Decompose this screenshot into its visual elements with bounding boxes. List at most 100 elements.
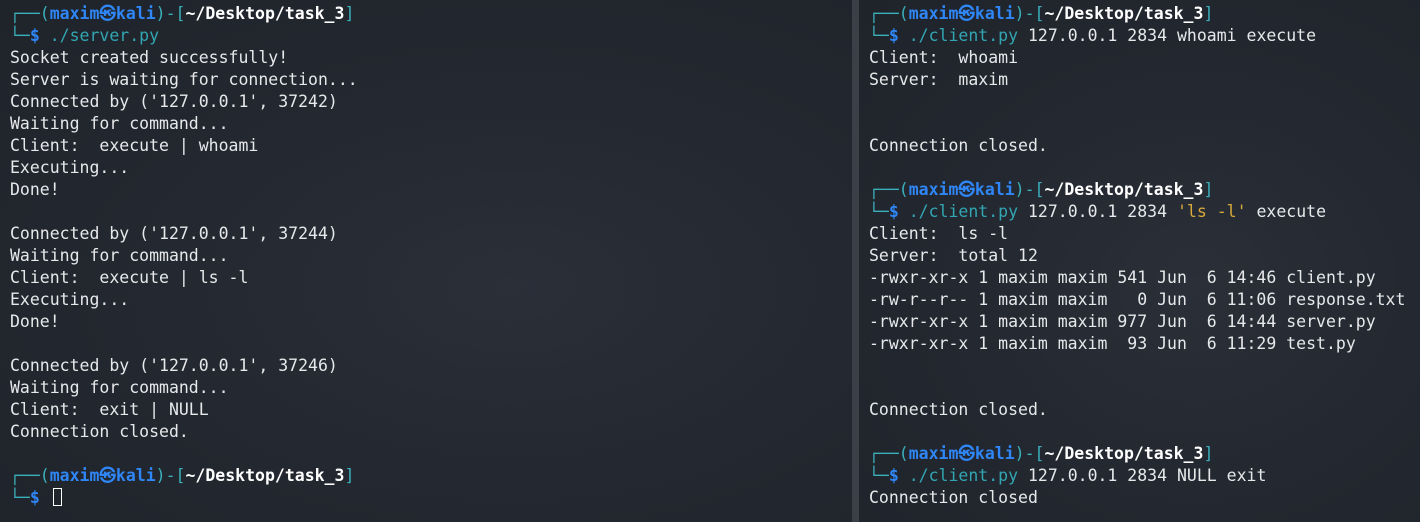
prompt-dollar: $ [29,488,40,507]
prompt-path: ~/Desktop/task_3 [185,4,345,23]
prompt-decoration [899,466,909,485]
output-text: -rwxr-xr-x 1 maxim maxim 977 Jun 6 14:44… [869,312,1376,331]
prompt-decoration [40,488,50,507]
prompt-header: ┌──(maxim㉿kali)-[~/Desktop/task_3] [869,3,1420,25]
command-program: ./client.py [908,202,1019,221]
left-terminal-pane[interactable]: ┌──(maxim㉿kali)-[~/Desktop/task_3] └─$ ./… [0,0,852,522]
output-line: Connection closed. [10,421,852,443]
output-text: Connected by ('127.0.0.1', 37244) [10,224,338,243]
output-line: Done! [10,311,852,333]
terminal-screen: ┌──(maxim㉿kali)-[~/Desktop/task_3] └─$ ./… [0,0,1420,522]
prompt-user: maxim [908,180,959,199]
output-text: Client: execute | whoami [10,136,259,155]
prompt-decoration: └─ [10,26,30,45]
output-text: Connection closed. [869,400,1048,419]
kali-skull-icon: ㉿ [958,180,975,199]
output-text: Waiting for command... [10,246,229,265]
output-text: Socket created successfully! [10,48,289,67]
output-text: Done! [10,312,60,331]
prompt-path: ~/Desktop/task_3 [1044,444,1204,463]
prompt-decoration: ┌──( [10,466,50,485]
left-terminal-output[interactable]: ┌──(maxim㉿kali)-[~/Desktop/task_3] └─$ ./… [10,3,852,509]
output-text: Client: exit | NULL [10,400,209,419]
text-cursor[interactable] [52,488,62,506]
output-text: Server is waiting for connection... [10,70,358,89]
prompt-path: ~/Desktop/task_3 [1044,4,1204,23]
prompt-user: maxim [49,466,100,485]
prompt-decoration [40,26,50,45]
output-text: Executing... [10,290,130,309]
output-text: Client: ls -l [869,224,1009,243]
pane-divider[interactable] [852,0,859,522]
output-line: Waiting for command... [10,113,852,135]
right-terminal-pane[interactable]: ┌──(maxim㉿kali)-[~/Desktop/task_3] └─$ ./… [859,0,1420,522]
output-line: Waiting for command... [10,245,852,267]
prompt-decoration: └─ [869,26,889,45]
output-line: -rw-r--r-- 1 maxim maxim 0 Jun 6 11:06 r… [869,289,1420,311]
prompt-host: kali [974,4,1015,23]
prompt-decoration: └─ [869,466,889,485]
prompt-decoration: ┌──( [869,4,909,23]
prompt-input: └─$ ./server.py [10,25,852,47]
output-line: Socket created successfully! [10,47,852,69]
output-line: Connection closed. [869,135,1420,157]
kali-skull-icon: ㉿ [99,4,116,23]
output-line: Client: execute | ls -l [10,267,852,289]
output-line: Client: whoami [869,47,1420,69]
prompt-user: maxim [49,4,100,23]
command-args: 127.0.0.1 2834 [1018,202,1177,221]
output-text: Connection closed. [10,422,189,441]
prompt-decoration: ] [344,466,355,485]
output-text: Connection closed. [869,136,1048,155]
prompt-header: ┌──(maxim㉿kali)-[~/Desktop/task_3] [10,3,852,25]
prompt-dollar: $ [29,26,40,45]
prompt-input: └─$ ./client.py 127.0.0.1 2834 whoami ex… [869,25,1420,47]
command-text: ./server.py [49,26,160,45]
output-line: Connection closed. [869,399,1420,421]
output-line: Server: total 12 [869,245,1420,267]
output-text: Waiting for command... [10,378,229,397]
prompt-input: └─$ ./client.py 127.0.0.1 2834 NULL exit [869,465,1420,487]
prompt-path: ~/Desktop/task_3 [1044,180,1204,199]
output-line: Connected by ('127.0.0.1', 37242) [10,91,852,113]
command-args: 127.0.0.1 2834 whoami execute [1018,26,1317,45]
command-quoted-arg: 'ls -l' [1176,202,1247,221]
prompt-decoration: ] [344,4,355,23]
prompt-input: └─$ ./client.py 127.0.0.1 2834 'ls -l' e… [869,201,1420,223]
output-text: Connection closed [869,488,1038,507]
prompt-decoration: └─ [869,202,889,221]
prompt-host: kali [115,4,156,23]
prompt-user: maxim [908,444,959,463]
output-line: Waiting for command... [10,377,852,399]
prompt-header: ┌──(maxim㉿kali)-[~/Desktop/task_3] [10,465,852,487]
output-line: -rwxr-xr-x 1 maxim maxim 93 Jun 6 11:29 … [869,333,1420,355]
prompt-decoration: ┌──( [10,4,50,23]
command-args: execute [1246,202,1327,221]
prompt-decoration: ] [1203,444,1214,463]
output-line: Executing... [10,289,852,311]
output-text: Waiting for command... [10,114,229,133]
prompt-decoration: )-[ [1014,4,1045,23]
prompt-header: ┌──(maxim㉿kali)-[~/Desktop/task_3] [869,179,1420,201]
output-line: Connection closed [869,487,1420,509]
prompt-dollar: $ [888,466,899,485]
output-text: -rwxr-xr-x 1 maxim maxim 541 Jun 6 14:46… [869,268,1376,287]
output-text: Client: execute | ls -l [10,268,249,287]
output-text: -rw-r--r-- 1 maxim maxim 0 Jun 6 11:06 r… [869,290,1406,309]
output-text: Executing... [10,158,130,177]
output-line: Client: exit | NULL [10,399,852,421]
output-line: Connected by ('127.0.0.1', 37246) [10,355,852,377]
output-line: Done! [10,179,852,201]
right-terminal-output[interactable]: ┌──(maxim㉿kali)-[~/Desktop/task_3] └─$ ./… [869,3,1420,509]
prompt-decoration: ] [1203,4,1214,23]
output-line: -rwxr-xr-x 1 maxim maxim 977 Jun 6 14:44… [869,311,1420,333]
output-line: Connected by ('127.0.0.1', 37244) [10,223,852,245]
output-line: Executing... [10,157,852,179]
prompt-decoration [899,202,909,221]
prompt-host: kali [115,466,156,485]
output-line: Server: maxim [869,69,1420,91]
